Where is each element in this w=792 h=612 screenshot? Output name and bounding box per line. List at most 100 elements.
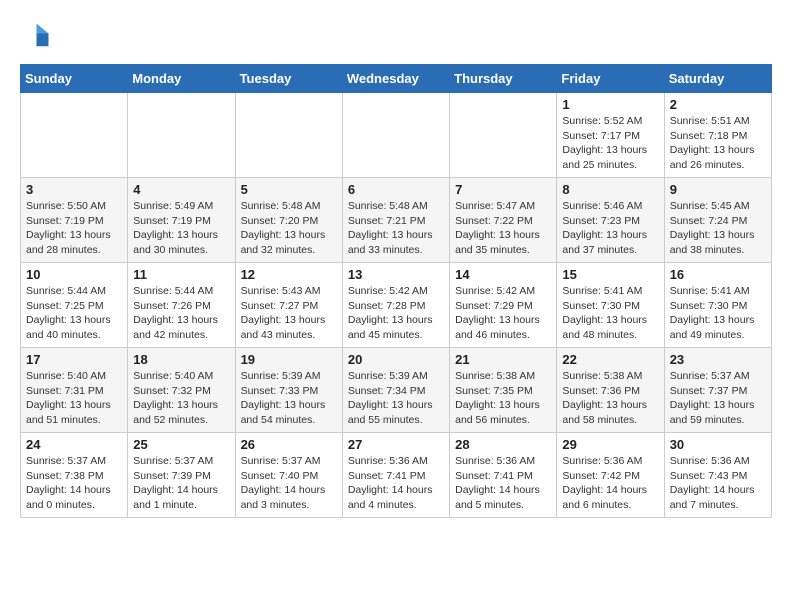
day-number: 1 [562, 97, 658, 112]
calendar-cell: 19 Sunrise: 5:39 AM Sunset: 7:33 PM Dayli… [235, 348, 342, 433]
calendar-cell: 3 Sunrise: 5:50 AM Sunset: 7:19 PM Daylig… [21, 178, 128, 263]
day-info: Sunrise: 5:36 AM Sunset: 7:43 PM Dayligh… [670, 454, 766, 513]
day-info: Sunrise: 5:42 AM Sunset: 7:29 PM Dayligh… [455, 284, 551, 343]
day-info: Sunrise: 5:48 AM Sunset: 7:21 PM Dayligh… [348, 199, 444, 258]
calendar-week-row: 17 Sunrise: 5:40 AM Sunset: 7:31 PM Dayli… [21, 348, 772, 433]
day-info: Sunrise: 5:44 AM Sunset: 7:26 PM Dayligh… [133, 284, 229, 343]
weekday-header-row: SundayMondayTuesdayWednesdayThursdayFrid… [21, 65, 772, 93]
day-info: Sunrise: 5:37 AM Sunset: 7:39 PM Dayligh… [133, 454, 229, 513]
calendar-cell: 13 Sunrise: 5:42 AM Sunset: 7:28 PM Dayli… [342, 263, 449, 348]
day-info: Sunrise: 5:40 AM Sunset: 7:32 PM Dayligh… [133, 369, 229, 428]
day-number: 26 [241, 437, 337, 452]
calendar-cell: 26 Sunrise: 5:37 AM Sunset: 7:40 PM Dayli… [235, 433, 342, 518]
day-info: Sunrise: 5:40 AM Sunset: 7:31 PM Dayligh… [26, 369, 122, 428]
calendar-cell [235, 93, 342, 178]
day-number: 3 [26, 182, 122, 197]
weekday-header-wednesday: Wednesday [342, 65, 449, 93]
calendar-week-row: 10Sunrise: 5:44 AM Sunset: 7:25 PM Dayli… [21, 263, 772, 348]
day-info: Sunrise: 5:41 AM Sunset: 7:30 PM Dayligh… [562, 284, 658, 343]
day-number: 27 [348, 437, 444, 452]
calendar-cell: 18 Sunrise: 5:40 AM Sunset: 7:32 PM Dayli… [128, 348, 235, 433]
calendar-week-row: 1 Sunrise: 5:52 AM Sunset: 7:17 PM Daylig… [21, 93, 772, 178]
day-info: Sunrise: 5:36 AM Sunset: 7:41 PM Dayligh… [348, 454, 444, 513]
weekday-header-tuesday: Tuesday [235, 65, 342, 93]
calendar-cell: 16 Sunrise: 5:41 AM Sunset: 7:30 PM Dayli… [664, 263, 771, 348]
day-number: 17 [26, 352, 122, 367]
day-number: 30 [670, 437, 766, 452]
day-number: 15 [562, 267, 658, 282]
day-number: 16 [670, 267, 766, 282]
day-number: 28 [455, 437, 551, 452]
calendar-cell: 7 Sunrise: 5:47 AM Sunset: 7:22 PM Daylig… [450, 178, 557, 263]
calendar-cell: 22 Sunrise: 5:38 AM Sunset: 7:36 PM Dayli… [557, 348, 664, 433]
calendar-cell [21, 93, 128, 178]
day-info: Sunrise: 5:47 AM Sunset: 7:22 PM Dayligh… [455, 199, 551, 258]
day-number: 24 [26, 437, 122, 452]
calendar-cell [128, 93, 235, 178]
calendar-cell: 29Sunrise: 5:36 AM Sunset: 7:42 PM Dayli… [557, 433, 664, 518]
day-number: 13 [348, 267, 444, 282]
day-number: 6 [348, 182, 444, 197]
day-info: Sunrise: 5:37 AM Sunset: 7:38 PM Dayligh… [26, 454, 122, 513]
day-info: Sunrise: 5:43 AM Sunset: 7:27 PM Dayligh… [241, 284, 337, 343]
calendar-week-row: 24 Sunrise: 5:37 AM Sunset: 7:38 PM Dayli… [21, 433, 772, 518]
day-info: Sunrise: 5:45 AM Sunset: 7:24 PM Dayligh… [670, 199, 766, 258]
calendar-cell: 30 Sunrise: 5:36 AM Sunset: 7:43 PM Dayli… [664, 433, 771, 518]
day-number: 29 [562, 437, 658, 452]
day-info: Sunrise: 5:36 AM Sunset: 7:41 PM Dayligh… [455, 454, 551, 513]
logo-icon [20, 20, 50, 50]
calendar-cell: 28 Sunrise: 5:36 AM Sunset: 7:41 PM Dayli… [450, 433, 557, 518]
calendar-cell: 15 Sunrise: 5:41 AM Sunset: 7:30 PM Dayli… [557, 263, 664, 348]
day-info: Sunrise: 5:38 AM Sunset: 7:36 PM Dayligh… [562, 369, 658, 428]
day-number: 8 [562, 182, 658, 197]
calendar-week-row: 3 Sunrise: 5:50 AM Sunset: 7:19 PM Daylig… [21, 178, 772, 263]
day-info: Sunrise: 5:52 AM Sunset: 7:17 PM Dayligh… [562, 114, 658, 173]
calendar-cell: 4 Sunrise: 5:49 AM Sunset: 7:19 PM Daylig… [128, 178, 235, 263]
calendar-cell [450, 93, 557, 178]
calendar-table: SundayMondayTuesdayWednesdayThursdayFrid… [20, 64, 772, 518]
day-number: 2 [670, 97, 766, 112]
day-info: Sunrise: 5:37 AM Sunset: 7:40 PM Dayligh… [241, 454, 337, 513]
calendar-cell: 11Sunrise: 5:44 AM Sunset: 7:26 PM Dayli… [128, 263, 235, 348]
day-info: Sunrise: 5:48 AM Sunset: 7:20 PM Dayligh… [241, 199, 337, 258]
calendar-cell: 24 Sunrise: 5:37 AM Sunset: 7:38 PM Dayli… [21, 433, 128, 518]
calendar-cell: 10Sunrise: 5:44 AM Sunset: 7:25 PM Dayli… [21, 263, 128, 348]
day-info: Sunrise: 5:51 AM Sunset: 7:18 PM Dayligh… [670, 114, 766, 173]
weekday-header-monday: Monday [128, 65, 235, 93]
calendar-cell: 17 Sunrise: 5:40 AM Sunset: 7:31 PM Dayli… [21, 348, 128, 433]
day-number: 7 [455, 182, 551, 197]
calendar-cell: 27 Sunrise: 5:36 AM Sunset: 7:41 PM Dayli… [342, 433, 449, 518]
calendar-cell: 1 Sunrise: 5:52 AM Sunset: 7:17 PM Daylig… [557, 93, 664, 178]
day-number: 23 [670, 352, 766, 367]
calendar-cell: 8 Sunrise: 5:46 AM Sunset: 7:23 PM Daylig… [557, 178, 664, 263]
calendar-cell: 25 Sunrise: 5:37 AM Sunset: 7:39 PM Dayli… [128, 433, 235, 518]
calendar-cell: 14 Sunrise: 5:42 AM Sunset: 7:29 PM Dayli… [450, 263, 557, 348]
calendar-cell: 23 Sunrise: 5:37 AM Sunset: 7:37 PM Dayli… [664, 348, 771, 433]
day-number: 5 [241, 182, 337, 197]
calendar-cell: 5 Sunrise: 5:48 AM Sunset: 7:20 PM Daylig… [235, 178, 342, 263]
day-number: 22 [562, 352, 658, 367]
day-info: Sunrise: 5:49 AM Sunset: 7:19 PM Dayligh… [133, 199, 229, 258]
day-info: Sunrise: 5:46 AM Sunset: 7:23 PM Dayligh… [562, 199, 658, 258]
day-info: Sunrise: 5:37 AM Sunset: 7:37 PM Dayligh… [670, 369, 766, 428]
day-info: Sunrise: 5:42 AM Sunset: 7:28 PM Dayligh… [348, 284, 444, 343]
calendar-cell: 21Sunrise: 5:38 AM Sunset: 7:35 PM Dayli… [450, 348, 557, 433]
day-info: Sunrise: 5:41 AM Sunset: 7:30 PM Dayligh… [670, 284, 766, 343]
day-info: Sunrise: 5:50 AM Sunset: 7:19 PM Dayligh… [26, 199, 122, 258]
day-info: Sunrise: 5:39 AM Sunset: 7:33 PM Dayligh… [241, 369, 337, 428]
day-number: 18 [133, 352, 229, 367]
day-number: 25 [133, 437, 229, 452]
page-header [20, 20, 772, 54]
calendar-cell: 12Sunrise: 5:43 AM Sunset: 7:27 PM Dayli… [235, 263, 342, 348]
calendar-body: 1 Sunrise: 5:52 AM Sunset: 7:17 PM Daylig… [21, 93, 772, 518]
day-number: 19 [241, 352, 337, 367]
logo [20, 20, 54, 50]
day-number: 4 [133, 182, 229, 197]
weekday-header-sunday: Sunday [21, 65, 128, 93]
day-number: 14 [455, 267, 551, 282]
calendar-header: SundayMondayTuesdayWednesdayThursdayFrid… [21, 65, 772, 93]
calendar-cell: 6 Sunrise: 5:48 AM Sunset: 7:21 PM Daylig… [342, 178, 449, 263]
day-number: 9 [670, 182, 766, 197]
weekday-header-saturday: Saturday [664, 65, 771, 93]
day-number: 20 [348, 352, 444, 367]
